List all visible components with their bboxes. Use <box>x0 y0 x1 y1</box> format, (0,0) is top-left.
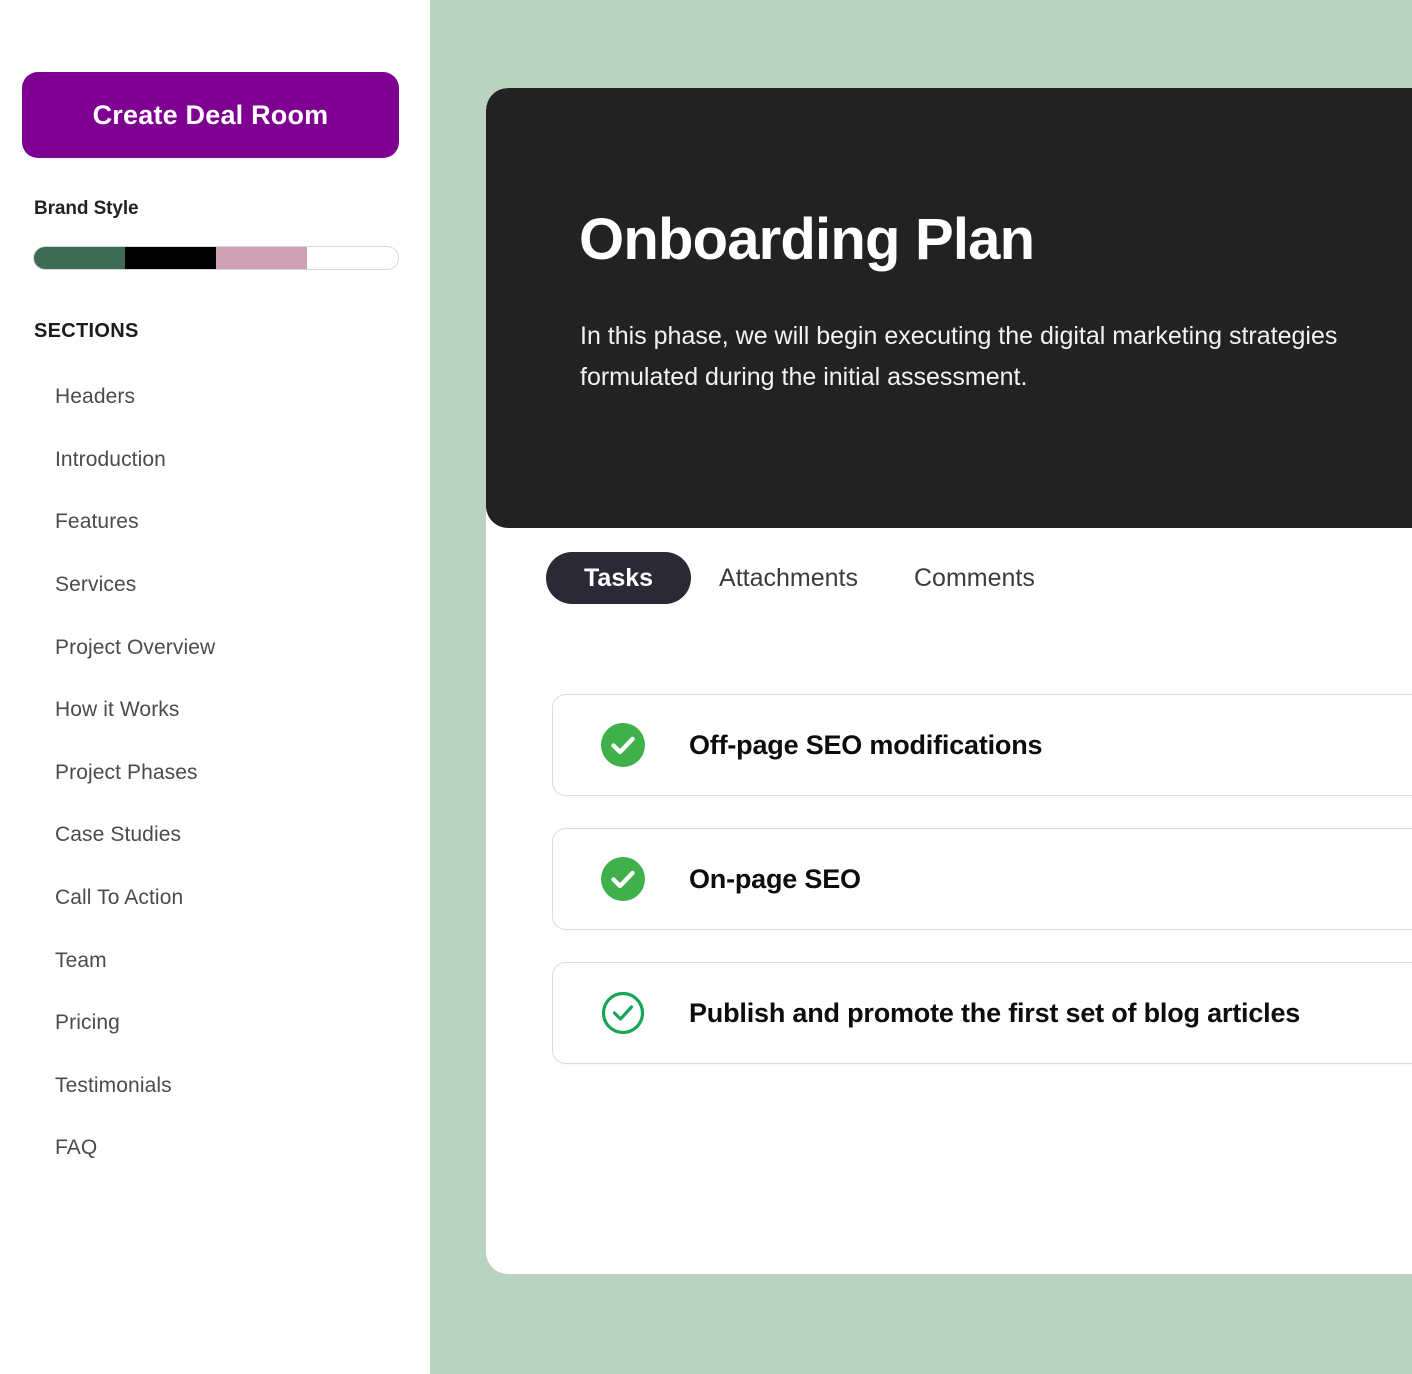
check-circle-filled-icon[interactable] <box>601 857 645 901</box>
sidebar-item-call-to-action[interactable]: Call To Action <box>0 867 430 930</box>
brand-color-green[interactable] <box>34 247 125 269</box>
sidebar-item-label: Features <box>55 510 139 534</box>
sidebar-item-project-phases[interactable]: Project Phases <box>0 742 430 805</box>
tab-attachments[interactable]: Attachments <box>691 552 886 604</box>
sidebar: Create Deal Room Brand Style SECTIONS He… <box>0 0 430 1374</box>
sidebar-item-label: Case Studies <box>55 823 182 847</box>
tab-tasks[interactable]: Tasks <box>546 552 692 604</box>
sidebar-item-label: Project Overview <box>55 635 216 659</box>
sidebar-item-label: Call To Action <box>55 886 184 910</box>
sections-heading: SECTIONS <box>34 320 139 342</box>
sidebar-item-label: Services <box>55 573 137 597</box>
task-list: Off-page SEO modifications On-page SEO P… <box>552 694 1412 1096</box>
sidebar-item-label: Team <box>55 948 107 972</box>
brand-color-pink[interactable] <box>216 247 307 269</box>
sidebar-item-services[interactable]: Services <box>0 554 430 617</box>
sidebar-item-how-it-works[interactable]: How it Works <box>0 679 430 742</box>
tab-comments[interactable]: Comments <box>886 552 1063 604</box>
task-row[interactable]: On-page SEO <box>552 828 1412 930</box>
sidebar-item-label: Introduction <box>55 447 166 471</box>
sidebar-item-label: Pricing <box>55 1011 120 1035</box>
app-root: Create Deal Room Brand Style SECTIONS He… <box>0 0 1412 1374</box>
sidebar-item-headers[interactable]: Headers <box>0 366 430 429</box>
task-row[interactable]: Off-page SEO modifications <box>552 694 1412 796</box>
sidebar-item-pricing[interactable]: Pricing <box>0 992 430 1055</box>
sidebar-item-project-overview[interactable]: Project Overview <box>0 616 430 679</box>
sections-list: Headers Introduction Features Services P… <box>0 366 430 1180</box>
sidebar-item-case-studies[interactable]: Case Studies <box>0 804 430 867</box>
brand-style-swatch-bar[interactable] <box>33 246 399 270</box>
brand-style-label: Brand Style <box>34 198 139 219</box>
content-tabs: Tasks Attachments Comments <box>546 552 1063 604</box>
sidebar-item-faq[interactable]: FAQ <box>0 1117 430 1180</box>
sidebar-item-testimonials[interactable]: Testimonials <box>0 1055 430 1118</box>
task-label: Publish and promote the first set of blo… <box>689 997 1301 1028</box>
sidebar-item-label: Project Phases <box>55 760 198 784</box>
brand-color-black[interactable] <box>125 247 216 269</box>
check-circle-filled-icon[interactable] <box>601 723 645 767</box>
page-title: Onboarding Plan <box>579 207 1035 272</box>
sidebar-item-label: How it Works <box>55 698 180 722</box>
sidebar-item-team[interactable]: Team <box>0 929 430 992</box>
create-deal-room-button[interactable]: Create Deal Room <box>22 72 399 158</box>
sidebar-item-features[interactable]: Features <box>0 491 430 554</box>
hero-description: In this phase, we will begin executing t… <box>580 322 1338 391</box>
task-label: Off-page SEO modifications <box>689 729 1043 760</box>
check-circle-outline-icon[interactable] <box>601 991 645 1035</box>
task-label: On-page SEO <box>689 863 861 894</box>
hero-banner: Onboarding Plan In this phase, we will b… <box>486 88 1412 528</box>
sidebar-item-label: Headers <box>55 385 136 409</box>
task-row[interactable]: Publish and promote the first set of blo… <box>552 962 1412 1064</box>
sidebar-item-introduction[interactable]: Introduction <box>0 429 430 492</box>
brand-color-white[interactable] <box>307 247 398 269</box>
sidebar-item-label: FAQ <box>55 1136 98 1160</box>
sidebar-item-label: Testimonials <box>55 1073 172 1097</box>
main-content-card: Onboarding Plan In this phase, we will b… <box>486 88 1412 1274</box>
